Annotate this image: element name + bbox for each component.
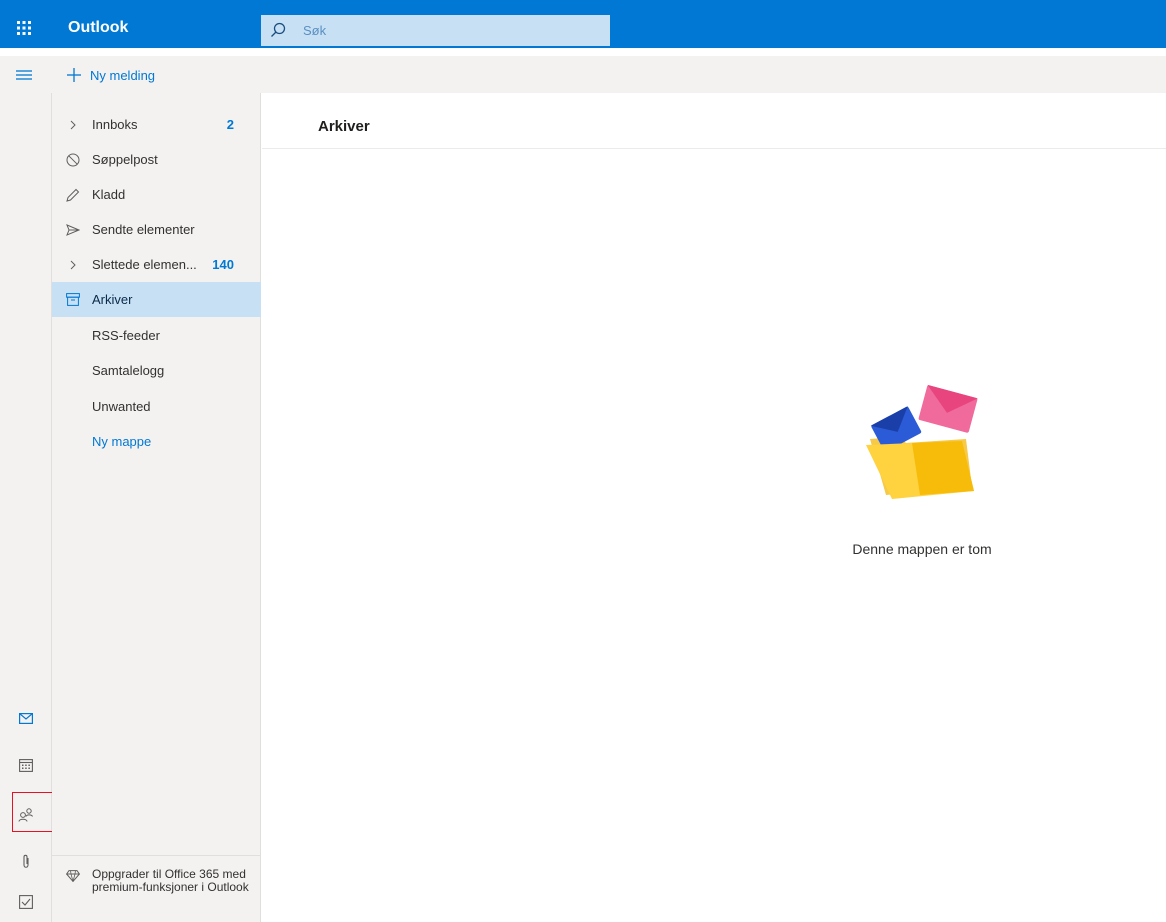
folder-pane: Innboks 2 Søppelpost Kladd Sendte elemen… (52, 93, 261, 922)
app-title[interactable]: Outlook (68, 8, 128, 48)
message-list-pane: Arkiver Denne mappen er tom (262, 93, 1166, 922)
folder-unwanted[interactable]: Unwanted (52, 389, 261, 424)
plus-icon (67, 68, 81, 82)
upgrade-text: Oppgrader til Office 365 med premium-fun… (92, 867, 249, 894)
upgrade-banner[interactable]: Oppgrader til Office 365 med premium-fun… (52, 855, 261, 922)
command-bar: Ny melding (0, 56, 1166, 93)
folder-soppelpost[interactable]: Søppelpost (52, 142, 261, 177)
folder-label: Arkiver (92, 292, 133, 307)
folder-sendte-elementer[interactable]: Sendte elementer (52, 212, 261, 247)
waffle-icon (17, 21, 31, 35)
new-message-button[interactable]: Ny melding (66, 62, 155, 88)
folder-label: Samtalelogg (92, 363, 165, 378)
archive-icon (66, 293, 80, 307)
nav-toggle-button[interactable] (10, 64, 38, 86)
empty-folder-illustration (866, 384, 978, 499)
rail-mail-button[interactable] (0, 698, 52, 738)
todo-icon (19, 895, 33, 909)
new-folder-label: Ny mappe (92, 434, 152, 449)
calendar-icon (19, 759, 33, 772)
folder-title: Arkiver (318, 118, 370, 135)
attachment-icon (23, 854, 29, 868)
folder-kladd[interactable]: Kladd (52, 177, 261, 212)
diamond-icon (66, 870, 80, 882)
folder-label: Slettede elemen... (92, 257, 197, 272)
folder-label: Innboks (92, 117, 138, 132)
blocked-icon (66, 153, 80, 167)
folder-rss-feeder[interactable]: RSS-feeder (52, 318, 261, 353)
mail-icon (19, 712, 33, 724)
rail-todo-button[interactable] (0, 882, 52, 922)
new-folder-link[interactable]: Ny mappe (52, 424, 261, 459)
new-message-label: Ny melding (90, 67, 156, 83)
folder-label: Sendte elementer (92, 222, 195, 237)
folder-label: Søppelpost (92, 152, 158, 167)
search-icon (271, 22, 286, 37)
folder-innboks[interactable]: Innboks 2 (52, 107, 261, 142)
pencil-icon (66, 188, 80, 202)
chevron-right-icon[interactable] (66, 258, 80, 272)
send-icon (66, 223, 80, 237)
hamburger-icon (16, 70, 32, 80)
chevron-right-icon[interactable] (66, 118, 80, 132)
rail-files-button[interactable] (0, 841, 52, 881)
folder-label: RSS-feeder (92, 328, 160, 343)
unread-count: 2 (226, 117, 234, 132)
folder-samtalelogg[interactable]: Samtalelogg (52, 353, 261, 388)
app-launcher-button[interactable] (0, 8, 48, 48)
folder-label: Unwanted (92, 399, 151, 414)
search-input[interactable] (261, 15, 610, 46)
folder-arkiver[interactable]: Arkiver (52, 282, 261, 317)
message-list-header: Arkiver (262, 93, 1166, 149)
folder-slettede-elementer[interactable]: Slettede elemen... 140 (52, 247, 261, 282)
folder-label: Kladd (92, 187, 126, 202)
rail-calendar-button[interactable] (0, 745, 52, 785)
unread-count: 140 (212, 257, 234, 272)
empty-folder-message: Denne mappen er tom (852, 541, 992, 557)
